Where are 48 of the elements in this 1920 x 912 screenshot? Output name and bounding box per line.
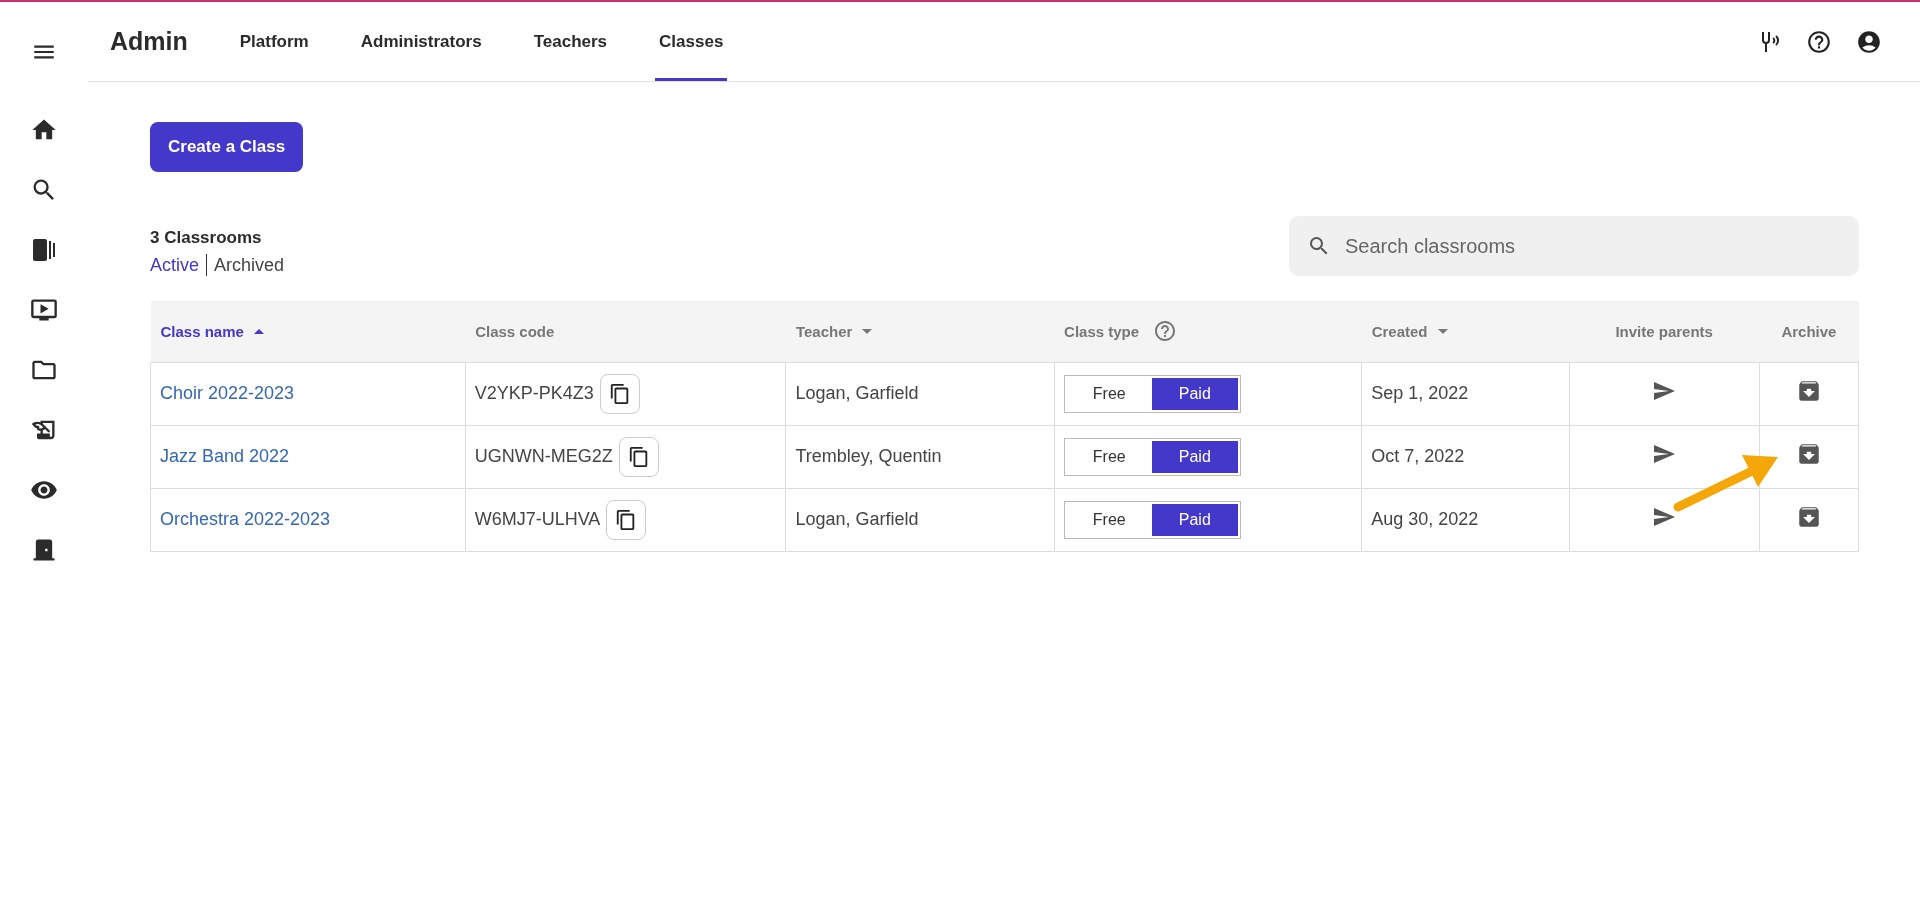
filter-link[interactable]: Archived (214, 254, 285, 276)
teacher-cell: Trembley, Quentin (785, 425, 1055, 488)
class-name-link[interactable]: Orchestra 2022-2023 (160, 509, 331, 529)
column-header[interactable]: Class code (465, 301, 786, 362)
create-class-button[interactable]: Create a Class (150, 122, 304, 172)
created-date-cell: Aug 30, 2022 (1361, 488, 1570, 551)
class-type-option[interactable]: Paid (1152, 503, 1238, 536)
nav-tab[interactable]: Classes (655, 2, 728, 81)
send-icon (1652, 379, 1677, 403)
class-code: V2YKP-PK4Z3 (474, 383, 594, 404)
column-header[interactable]: Invite parents (1569, 301, 1760, 362)
send-icon (1652, 442, 1677, 466)
search-field[interactable]: Search classrooms (1289, 216, 1859, 276)
class-name-link[interactable]: Choir 2022-2023 (160, 383, 295, 403)
class-name-link[interactable]: Jazz Band 2022 (160, 446, 290, 466)
copy-button[interactable] (599, 373, 640, 414)
account-icon (1856, 28, 1882, 55)
class-code: UGNWN-MEG2Z (474, 446, 613, 467)
help-button[interactable] (1806, 28, 1832, 55)
teacher-cell: Logan, Garfield (785, 488, 1055, 551)
copy-icon (627, 445, 650, 468)
send-icon (1652, 505, 1677, 529)
nav-tab[interactable]: Administrators (356, 2, 486, 81)
class-type-option[interactable]: Paid (1152, 377, 1238, 410)
class-type-option[interactable]: Paid (1152, 440, 1238, 473)
invite-button[interactable] (1652, 505, 1677, 529)
created-date-cell: Oct 7, 2022 (1361, 425, 1570, 488)
classroom-count: 3 Classrooms (150, 228, 263, 248)
copy-button[interactable] (618, 436, 659, 477)
column-header[interactable]: Archive (1759, 301, 1859, 362)
book-icon (31, 237, 57, 263)
column-header[interactable]: Class name (150, 301, 466, 362)
teacher-cell: Logan, Garfield (785, 362, 1055, 425)
filter-link[interactable]: Active (150, 254, 200, 276)
copy-icon (608, 382, 631, 405)
invite-button[interactable] (1652, 442, 1677, 466)
column-header[interactable]: Class type (1054, 301, 1362, 362)
column-header[interactable]: Created (1361, 301, 1570, 362)
copy-button[interactable] (606, 499, 647, 540)
account-button[interactable] (1856, 28, 1882, 55)
app-title: Admin (110, 27, 188, 56)
created-date-cell: Sep 1, 2022 (1361, 362, 1570, 425)
nav-tab[interactable]: Platform (235, 2, 313, 81)
invite-button[interactable] (1652, 379, 1677, 403)
class-code: W6MJ7-ULHVA (474, 509, 601, 530)
nav-tab[interactable]: Teachers (529, 2, 612, 81)
help-icon (1806, 28, 1832, 55)
column-header[interactable]: Teacher (785, 301, 1055, 362)
